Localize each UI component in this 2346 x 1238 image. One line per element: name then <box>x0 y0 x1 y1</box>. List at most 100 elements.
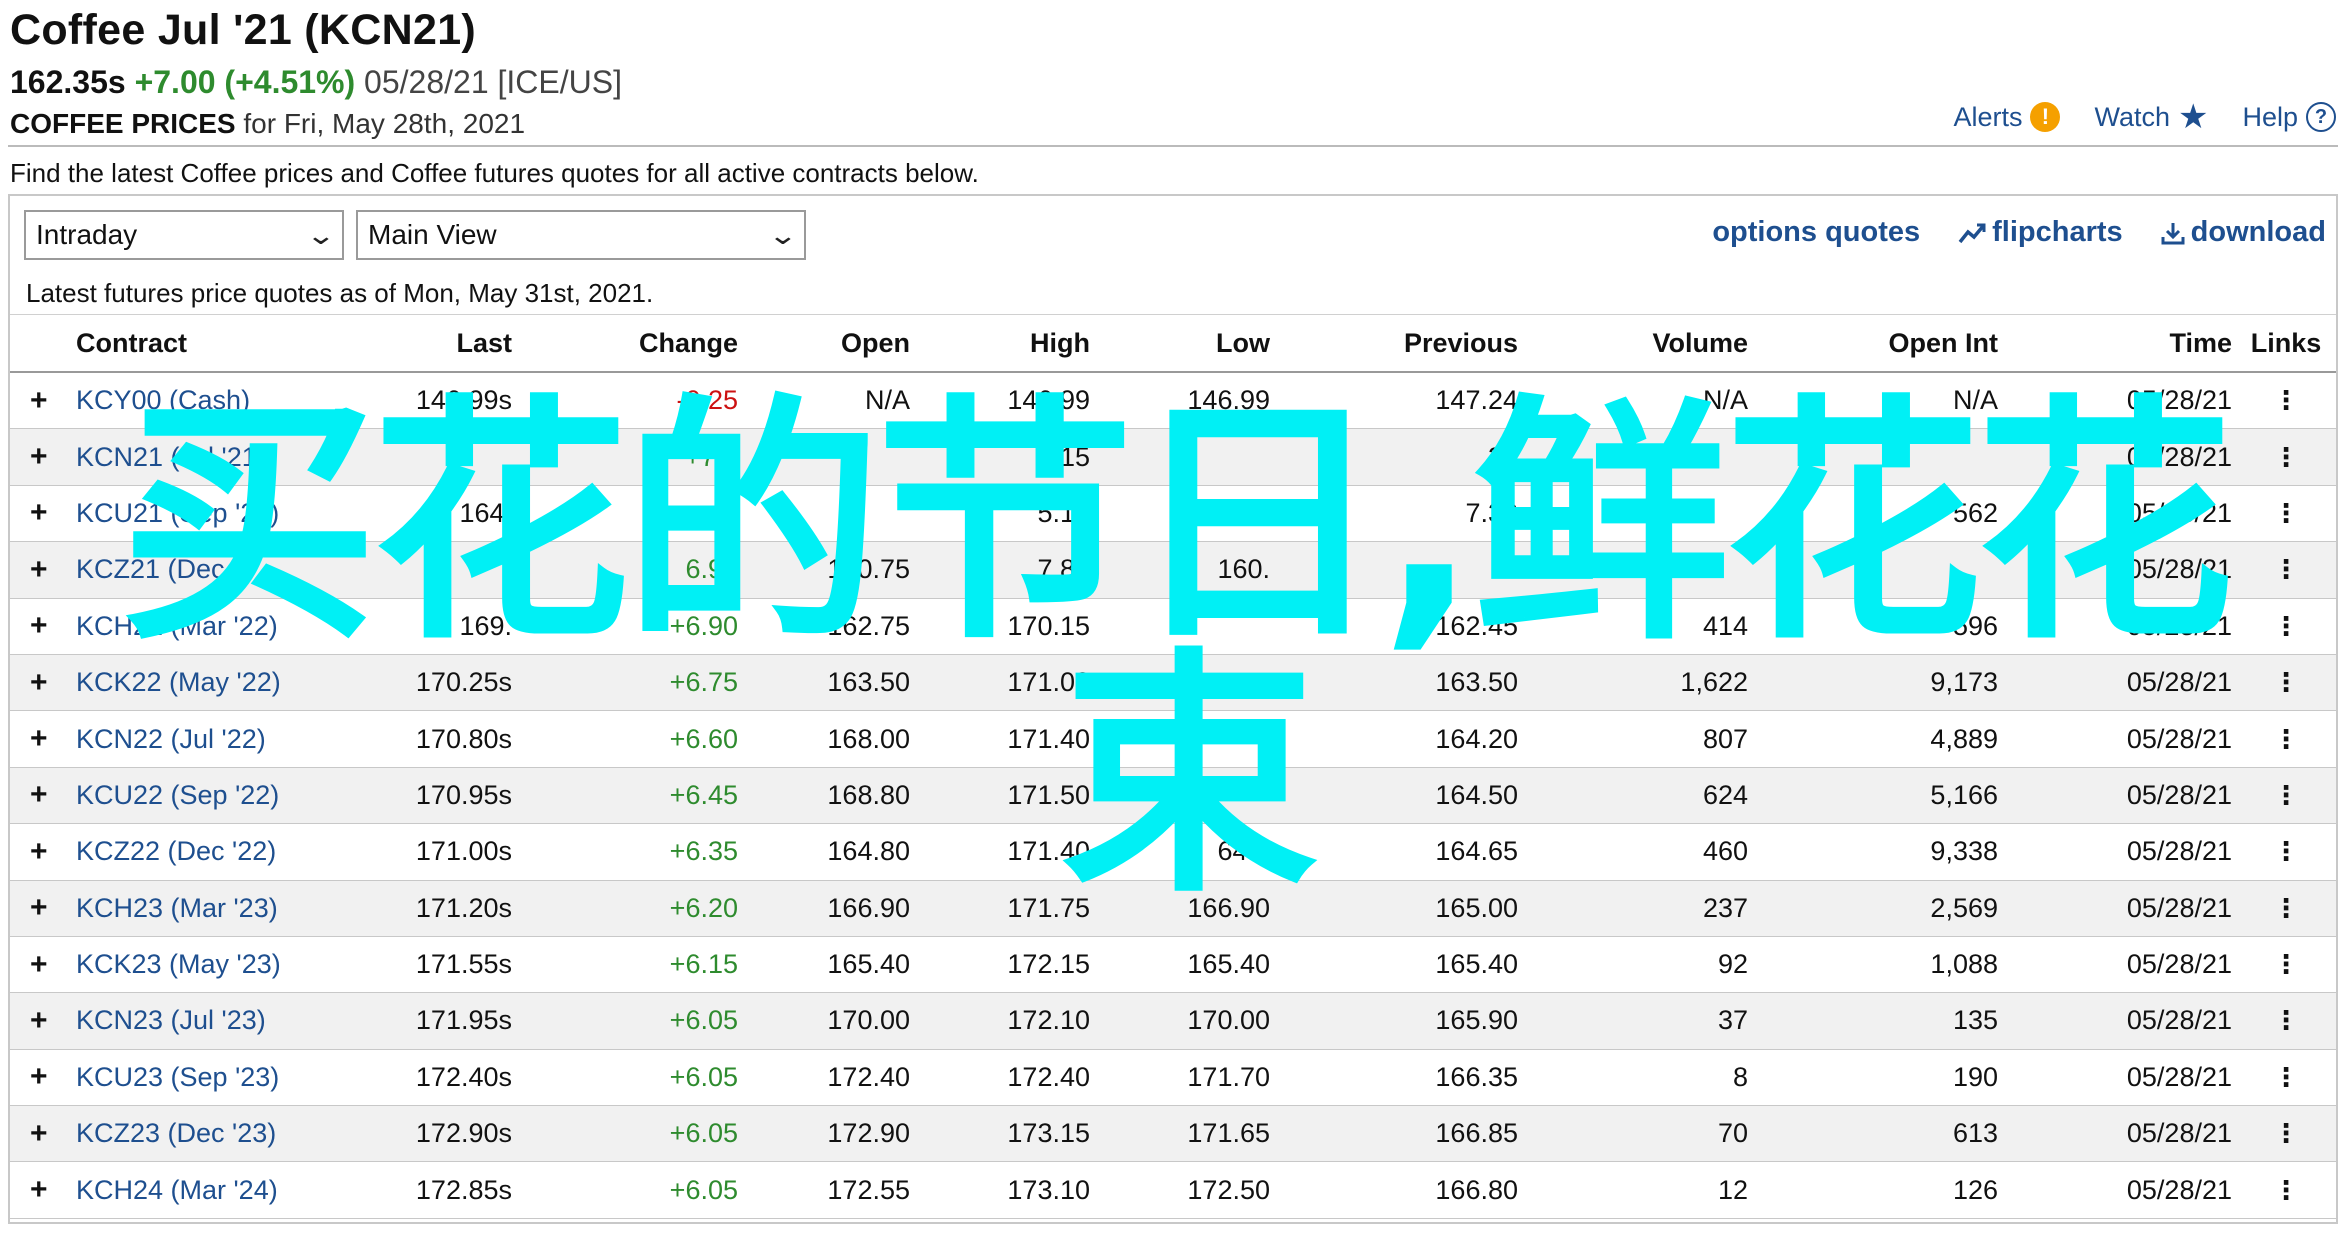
cell-last: 146.99s <box>415 385 512 416</box>
cell-low: 64.8 <box>1217 836 1270 867</box>
cell-volume <box>1570 429 1748 484</box>
watch-label: Watch <box>2094 101 2170 132</box>
alerts-link[interactable]: Alerts ! <box>1953 102 2061 133</box>
cell-open-int <box>1780 429 1998 484</box>
cell-time: 05/28/21 <box>2126 385 2232 416</box>
cell-open-int: 135 <box>1952 1005 1998 1036</box>
cell-last: 170.25s <box>415 667 512 698</box>
header-volume[interactable]: Volume <box>1570 315 1748 371</box>
cell-time: 05/28/21 <box>2126 1118 2232 1149</box>
vertical-ellipsis-icon[interactable]: ⋮ <box>2246 824 2326 879</box>
plus-icon[interactable]: + <box>30 542 52 597</box>
cell-last: 172.40s <box>415 1061 512 1092</box>
cell-time: 05/28/21 <box>2126 892 2232 923</box>
cell-low <box>1120 655 1270 710</box>
cell-previous: 165.90 <box>1435 1005 1518 1036</box>
header-open-int[interactable]: Open Int <box>1780 315 1999 371</box>
options-quotes-link[interactable]: options quotes <box>1712 216 1920 249</box>
download-icon <box>2161 222 2185 244</box>
table-row: + KCN21 (Jul '21) +7.0 15 35 05/28/21 ⋮ <box>10 429 2336 486</box>
header-low[interactable]: Low <box>1120 315 1270 371</box>
prices-heading: COFFEE PRICES for Fri, May 28th, 2021 <box>10 108 525 140</box>
cell-last: 172.85s <box>415 1174 512 1205</box>
cell-low: 160. <box>1217 554 1270 585</box>
cell-low <box>1120 711 1270 766</box>
cell-high: 173.15 <box>1007 1118 1090 1149</box>
plus-icon[interactable]: + <box>30 373 52 428</box>
header-change[interactable]: Change <box>570 315 738 371</box>
cell-low: 166.90 <box>1187 892 1270 923</box>
vertical-ellipsis-icon[interactable]: ⋮ <box>2246 486 2326 541</box>
vertical-ellipsis-icon[interactable]: ⋮ <box>2246 768 2326 823</box>
cell-volume: 92 <box>1717 949 1748 980</box>
vertical-ellipsis-icon[interactable]: ⋮ <box>2246 655 2326 710</box>
cell-volume: 807 <box>1702 723 1748 754</box>
table-row: + KCK23 (May '23) 171.55s +6.15 165.40 172.15… <box>10 937 2336 994</box>
cell-volume: 37 <box>1717 1005 1748 1036</box>
download-link[interactable]: download <box>2161 216 2326 249</box>
vertical-ellipsis-icon[interactable]: ⋮ <box>2246 881 2326 936</box>
cell-last: 170.95s <box>415 779 512 810</box>
plus-icon[interactable]: + <box>30 881 52 936</box>
plus-icon[interactable]: + <box>30 655 52 710</box>
header-previous[interactable]: Previous <box>1340 315 1518 371</box>
cell-low: 146.99 <box>1187 385 1270 416</box>
plus-icon[interactable]: + <box>30 768 52 823</box>
view-select[interactable]: Main View ⌄ <box>356 210 806 260</box>
vertical-ellipsis-icon[interactable]: ⋮ <box>2246 937 2326 992</box>
plus-icon[interactable]: + <box>30 937 52 992</box>
plus-icon[interactable]: + <box>30 824 52 879</box>
trend-line-icon <box>1958 223 1986 243</box>
plus-icon[interactable]: + <box>30 1106 52 1161</box>
plus-icon[interactable]: + <box>30 599 52 654</box>
cell-volume: 237 <box>1702 892 1748 923</box>
header-last[interactable]: Last <box>350 315 512 371</box>
vertical-ellipsis-icon[interactable]: ⋮ <box>2246 1106 2326 1161</box>
header-time[interactable]: Time <box>2050 315 2232 371</box>
header-high[interactable]: High <box>940 315 1090 371</box>
cell-high: 171.00 <box>1007 667 1090 698</box>
plus-icon[interactable]: + <box>30 429 52 484</box>
vertical-ellipsis-icon[interactable]: ⋮ <box>2246 599 2326 654</box>
vertical-ellipsis-icon[interactable]: ⋮ <box>2246 711 2326 766</box>
plus-icon[interactable]: + <box>30 486 52 541</box>
chevron-down-icon: ⌄ <box>767 219 799 250</box>
cell-open: N/A <box>864 385 910 416</box>
cell-change: +6.60 <box>669 723 738 754</box>
cell-open: 160.75 <box>827 554 910 585</box>
cell-time: 05/28/21 <box>2126 1174 2232 1205</box>
cell-open-int: 9,173 <box>1930 667 1998 698</box>
plus-icon[interactable]: + <box>30 1162 52 1217</box>
flipcharts-link[interactable]: flipcharts <box>1958 216 2123 249</box>
cell-open <box>770 486 910 541</box>
cell-volume: 1,622 <box>1680 667 1748 698</box>
cell-low: 165.40 <box>1187 949 1270 980</box>
cell-previous: 166.35 <box>1435 1061 1518 1092</box>
cell-high: 171.40 <box>1007 836 1090 867</box>
vertical-ellipsis-icon[interactable]: ⋮ <box>2246 1162 2326 1217</box>
cell-high: 171.50 <box>1007 779 1090 810</box>
exclamation-circle-icon: ! <box>2030 102 2061 132</box>
vertical-ellipsis-icon[interactable]: ⋮ <box>2246 373 2326 428</box>
vertical-ellipsis-icon[interactable]: ⋮ <box>2246 1050 2326 1105</box>
watch-link[interactable]: Watch ★ <box>2094 100 2208 134</box>
cell-volume: 460 <box>1702 836 1748 867</box>
cell-open: 170.00 <box>827 1005 910 1036</box>
help-link[interactable]: Help ? <box>2242 102 2336 133</box>
cell-high: 170.15 <box>1007 610 1090 641</box>
table-row: + KCU21 (Sep '21) 164. 5.10 7.30 562 05/28/21 ⋮ <box>10 486 2336 543</box>
cell-open-int: 5,166 <box>1930 779 1998 810</box>
table-row: + KCN22 (Jul '22) 170.80s +6.60 168.00 171.40… <box>10 711 2336 768</box>
header-open[interactable]: Open <box>770 315 910 371</box>
header-links: Links <box>2250 327 2322 358</box>
plus-icon[interactable]: + <box>30 993 52 1048</box>
vertical-ellipsis-icon[interactable]: ⋮ <box>2246 993 2326 1048</box>
period-select[interactable]: Intraday ⌄ <box>24 210 344 260</box>
vertical-ellipsis-icon[interactable]: ⋮ <box>2246 429 2326 484</box>
download-label: download <box>2190 216 2326 248</box>
vertical-ellipsis-icon[interactable]: ⋮ <box>2246 542 2326 597</box>
cell-volume <box>1570 486 1748 541</box>
plus-icon[interactable]: + <box>30 711 52 766</box>
top-links: Alerts ! Watch ★ Help ? <box>1953 100 2336 134</box>
plus-icon[interactable]: + <box>30 1050 52 1105</box>
